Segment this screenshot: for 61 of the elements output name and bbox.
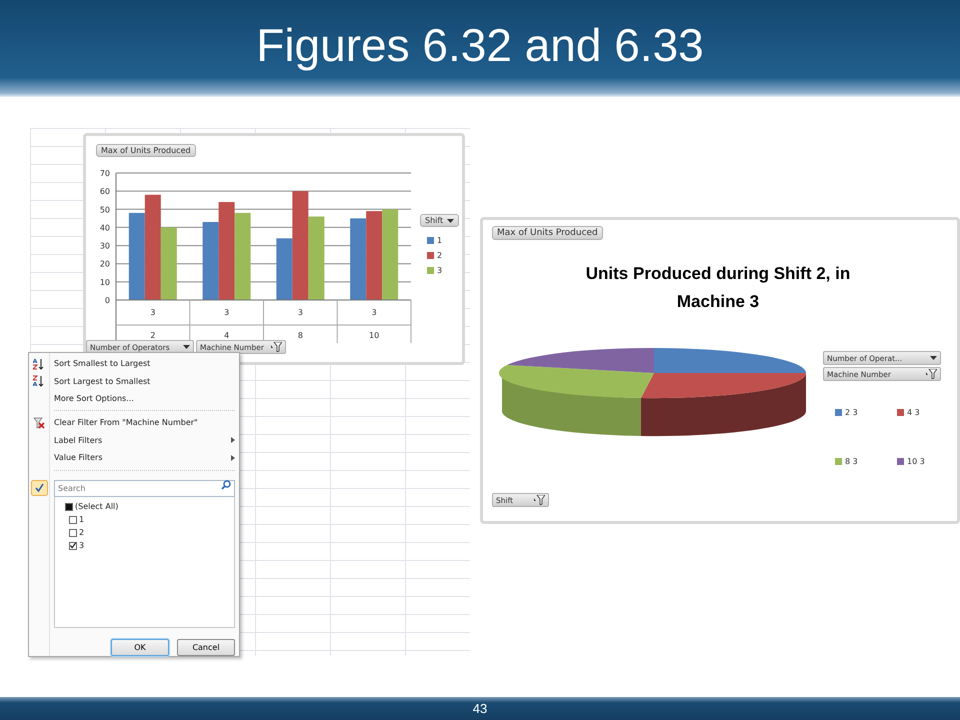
submenu-arrow-icon	[231, 454, 235, 461]
caret-icon	[447, 218, 454, 222]
axis-category-label: 4	[224, 331, 230, 340]
axis-category-label: 3	[372, 308, 377, 317]
clear-filter-icon	[32, 416, 46, 430]
legend-label: 1	[437, 236, 442, 245]
search-field[interactable]: Search	[54, 480, 235, 497]
submenu-arrow-icon	[231, 437, 235, 444]
axis-category-label: 8	[298, 331, 303, 340]
axis-tick-label: 50	[100, 205, 110, 214]
axis-tick-label: 0	[104, 296, 110, 305]
legend-label: 2	[437, 251, 442, 260]
axis-tick-label: 10	[100, 278, 110, 287]
legend-label: 3	[437, 266, 442, 275]
axis-tick-label: 20	[100, 260, 110, 269]
value-label: 2	[79, 528, 84, 538]
filter-icon	[926, 369, 937, 379]
legend-swatch	[427, 267, 434, 274]
legend-field-button[interactable]: Shift	[420, 214, 460, 227]
axis-tick-label: 40	[100, 223, 110, 232]
slide-title: Figures 6.32 and 6.33	[256, 18, 704, 72]
legend-swatch	[427, 237, 434, 244]
filter-icon	[271, 342, 282, 352]
filter-icon	[534, 495, 545, 505]
axis-category-label: 3	[224, 308, 230, 317]
dialog-button[interactable]: OK	[111, 638, 169, 656]
search-icon	[221, 480, 231, 490]
sort-descending-icon	[32, 374, 46, 388]
menu-item[interactable]: Sort Largest to Smallest	[54, 372, 235, 390]
legend-label: 4 3	[907, 408, 920, 417]
value-field-button[interactable]: Max of Units Produced	[96, 144, 196, 157]
checkbox[interactable]	[69, 542, 77, 550]
value-label: (Select All)	[75, 502, 118, 512]
menu-item[interactable]: Sort Smallest to Largest	[54, 355, 235, 372]
menu-item[interactable]: More Sort Options...	[54, 390, 235, 408]
value-label: 1	[79, 515, 84, 524]
menu-item[interactable]: Label Filters	[54, 432, 235, 450]
legend-label: 8 3	[845, 457, 858, 466]
caret-icon	[183, 345, 190, 349]
sort-ascending-icon	[32, 356, 46, 371]
checkmark-icon	[31, 480, 48, 496]
legend-label: 10 3	[907, 457, 925, 466]
checkbox[interactable]	[69, 516, 77, 524]
menu-item[interactable]: Value Filters	[54, 449, 235, 467]
caret-icon	[930, 356, 937, 360]
axis-category-label: 3	[298, 308, 303, 317]
axis-category-label: 10	[369, 331, 380, 340]
page-number: 43	[472, 701, 488, 716]
checkbox[interactable]	[69, 528, 77, 537]
value-field-button[interactable]: Max of Units Produced	[492, 226, 603, 240]
axis-category-label: 2	[150, 331, 156, 340]
axis-tick-label: 30	[100, 242, 110, 251]
axis-tick-label: 60	[100, 187, 110, 196]
chart-title: Units Produced during Shift 2, in Machine 3	[584, 263, 852, 313]
axis-category-label: 3	[150, 308, 156, 317]
dialog-button[interactable]: Cancel	[177, 638, 235, 656]
value-label: 3	[79, 541, 84, 550]
legend-swatch	[427, 252, 434, 259]
axis-tick-label: 70	[100, 169, 110, 178]
menu-item[interactable]: Clear Filter From "Machine Number"	[54, 414, 235, 432]
legend-label: 2 3	[845, 408, 858, 417]
